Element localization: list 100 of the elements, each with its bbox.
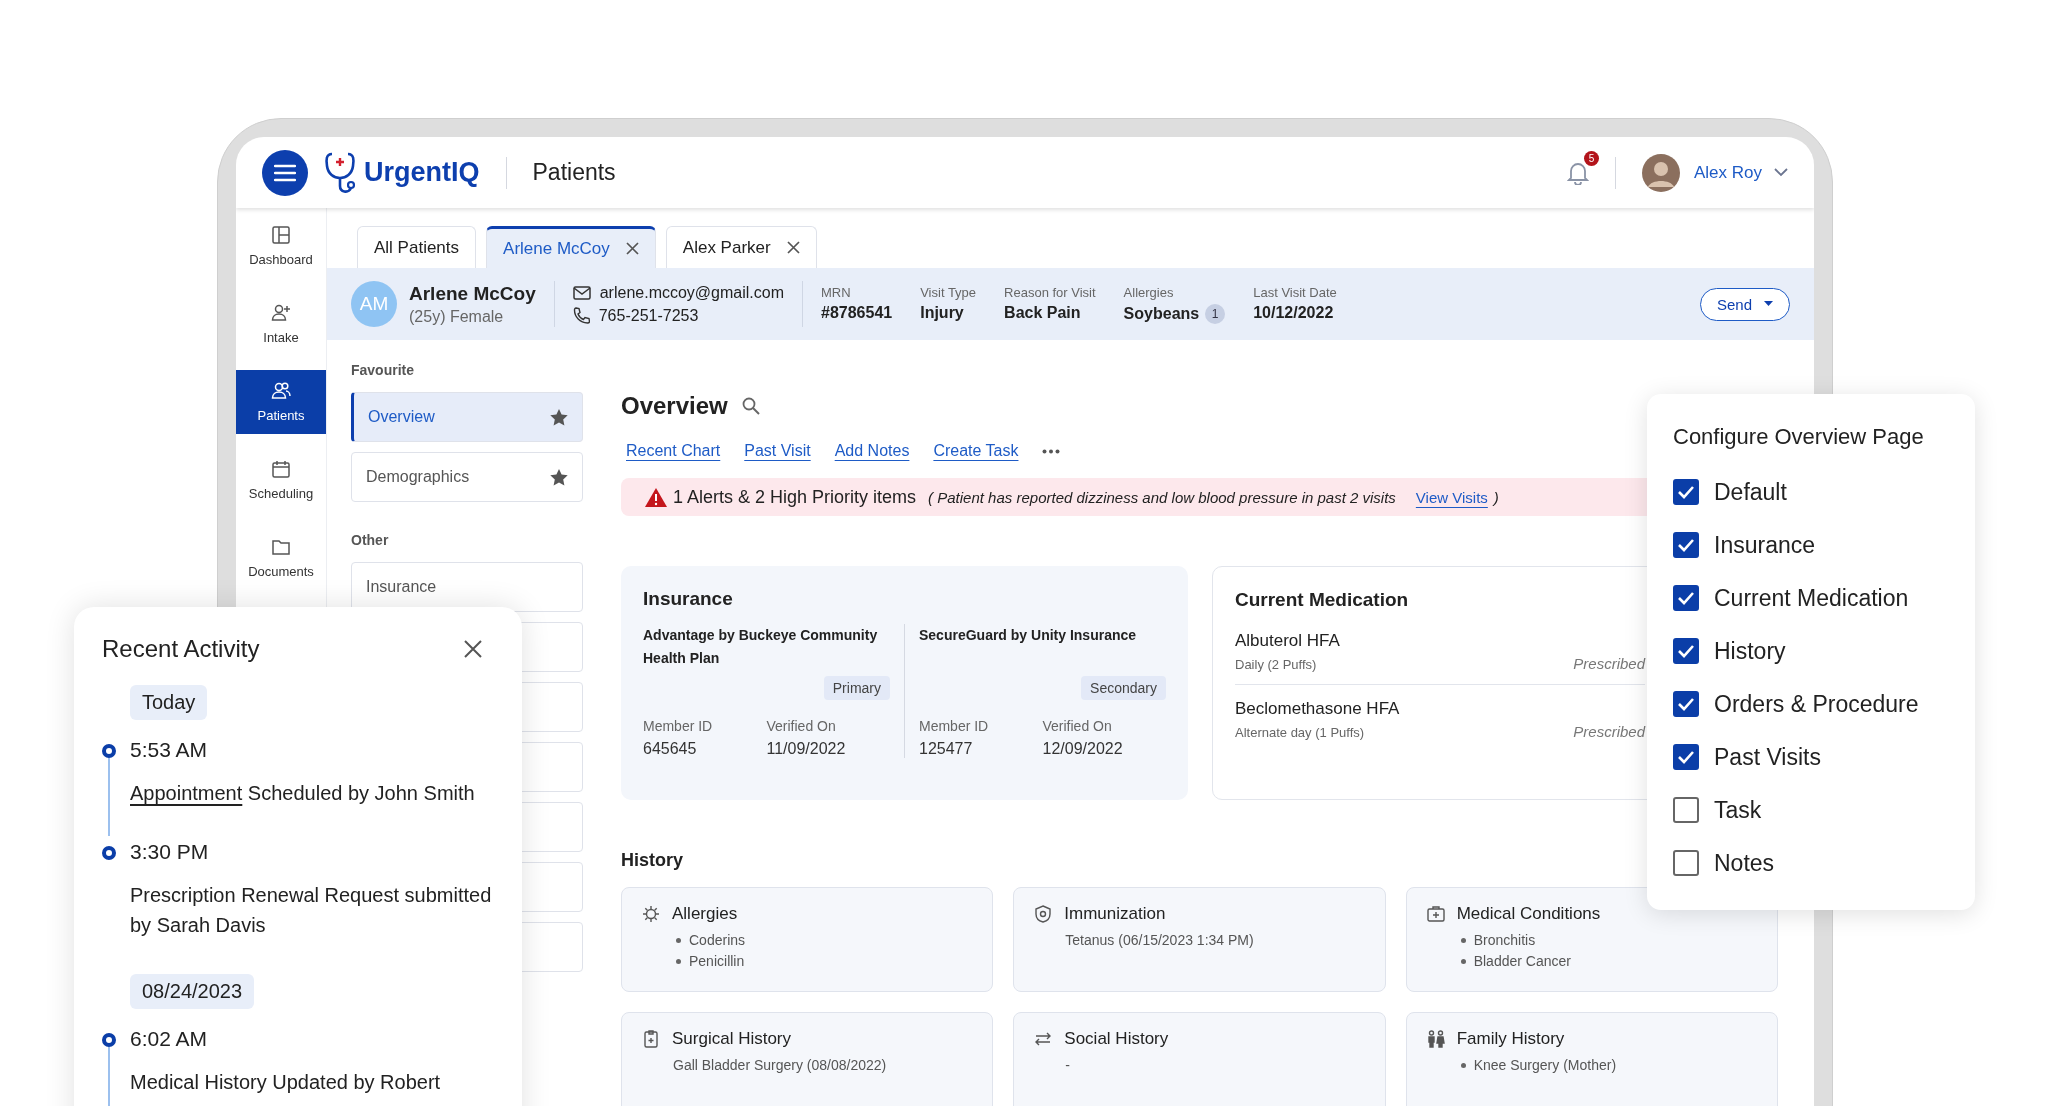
event-text: Medical History Updated by Robert (130, 1070, 441, 1095)
field-label: Visit Type (920, 284, 977, 300)
option-label[interactable]: Orders & Procedure (1714, 690, 1919, 718)
calendar-icon (271, 459, 291, 479)
search-icon[interactable] (741, 397, 760, 415)
checkbox[interactable] (1673, 797, 1699, 823)
user-avatar[interactable] (1641, 153, 1680, 192)
history-entry: - (1065, 1057, 1070, 1073)
phone-icon (572, 307, 590, 324)
star-icon[interactable] (550, 408, 568, 426)
medication-name: Albuterol HFA (1235, 631, 1340, 651)
patient-age-sex: (25y) Female (409, 307, 505, 326)
option-label[interactable]: Default (1714, 478, 1787, 506)
action-link[interactable]: Add Notes (834, 442, 910, 460)
app-logo: UrgentIQ (364, 157, 480, 188)
field-label: Member ID (643, 718, 714, 734)
menu-item[interactable]: Demographics (351, 452, 583, 502)
patient-avatar: AM (351, 281, 397, 327)
history-title: Surgical History (672, 1029, 792, 1049)
close-icon[interactable] (464, 640, 482, 658)
checkbox[interactable] (1673, 532, 1699, 558)
check-icon (1677, 591, 1695, 605)
option-label[interactable]: Current Medication (1714, 584, 1909, 612)
option-label[interactable]: Notes (1714, 849, 1775, 877)
field-label: Verified On (1042, 718, 1113, 734)
close-icon[interactable] (786, 241, 800, 254)
star-icon[interactable] (550, 468, 568, 486)
history-entry: Gall Bladder Surgery (08/08/2022) (673, 1057, 887, 1073)
bullet-icon (676, 937, 681, 943)
action-link[interactable]: Recent Chart (626, 442, 721, 460)
field-value: Injury (920, 303, 964, 322)
checkbox[interactable] (1673, 479, 1699, 505)
field-value: 11/09/2022 (766, 740, 847, 758)
chevron-down-icon[interactable] (1774, 168, 1788, 177)
checkbox[interactable] (1673, 744, 1699, 770)
checkbox[interactable] (1673, 850, 1699, 876)
nav-item[interactable]: Documents (236, 526, 326, 590)
warning-icon (645, 487, 667, 507)
check-icon (1677, 485, 1695, 499)
event-time: 3:30 PM (130, 840, 210, 864)
option-label[interactable]: Past Visits (1714, 743, 1821, 771)
medical-kit-icon (1426, 905, 1445, 923)
send-button[interactable]: Send (1699, 287, 1790, 321)
menu-item[interactable]: Overview (351, 392, 583, 442)
mail-icon (572, 285, 591, 300)
view-visits-link[interactable]: View Visits (1415, 488, 1488, 506)
check-icon (1677, 538, 1695, 552)
nav-item[interactable]: Patients (236, 370, 326, 434)
plan-rank-tag: Primary (823, 676, 890, 700)
nav-item[interactable]: Intake (236, 292, 326, 356)
menu-button[interactable] (262, 149, 308, 196)
checkbox[interactable] (1673, 585, 1699, 611)
history-title: Allergies (672, 904, 738, 924)
arrows-icon (1034, 1030, 1053, 1048)
page-title: Patients (532, 159, 616, 186)
card-title: Current Medication (1235, 589, 1410, 611)
event-link[interactable]: Appointment (130, 782, 243, 804)
more-icon[interactable] (1042, 448, 1061, 454)
bullet-icon (1460, 958, 1466, 964)
bullet-icon (1460, 937, 1466, 943)
bullet-icon (676, 958, 681, 964)
patient-email: arlene.mccoy@gmail.com (599, 283, 784, 302)
medication-dose: Daily (2 Puffs) (1235, 657, 1318, 672)
nav-item[interactable]: Dashboard (236, 214, 326, 278)
family-icon (1426, 1030, 1445, 1048)
option-label[interactable]: History (1714, 637, 1786, 665)
patient-name: Arlene McCoy (409, 282, 536, 305)
medication-dose: Alternate day (1 Puffs) (1235, 725, 1366, 740)
checkbox[interactable] (1673, 638, 1699, 664)
menu-icon (274, 163, 296, 182)
plan-name: Advantage by Buckeye Community Health Plan (643, 626, 879, 668)
section-heading: Favourite (351, 362, 415, 378)
shield-icon (1034, 905, 1053, 923)
action-link[interactable]: Create Task (933, 442, 1019, 460)
check-icon (1677, 644, 1695, 658)
patient-phone: 765-251-7253 (598, 306, 699, 325)
option-label[interactable]: Insurance (1714, 531, 1815, 559)
folder-icon (271, 537, 291, 557)
field-label: Reason for Visit (1004, 284, 1096, 300)
add-user-icon (271, 303, 291, 323)
checkbox[interactable] (1673, 691, 1699, 717)
history-entry: Tetanus (06/15/2023 1:34 PM) (1065, 932, 1254, 948)
bullet-icon (1460, 1062, 1466, 1068)
panel-title: Configure Overview Page (1673, 424, 1925, 450)
bell-icon[interactable] (1566, 160, 1589, 185)
user-name[interactable]: Alex Roy (1693, 162, 1762, 183)
timeline-dot (102, 846, 116, 860)
close-icon[interactable] (625, 242, 639, 255)
medication-status: Prescribed (1573, 723, 1645, 740)
nav-item[interactable]: Scheduling (236, 448, 326, 512)
field-value: 645645 (643, 740, 698, 758)
field-label: Verified On (766, 718, 837, 734)
field-value: Back Pain (1004, 303, 1081, 322)
caret-icon (1764, 301, 1773, 307)
option-label[interactable]: Task (1714, 796, 1762, 824)
field-value: 12/09/2022 (1042, 740, 1124, 758)
patient-tab[interactable]: Arlene McCoy (486, 226, 656, 268)
action-link[interactable]: Past Visit (744, 442, 811, 460)
plan-name: SecureGuard by Unity Insurance (919, 626, 1138, 645)
notification-badge: 5 (1583, 150, 1599, 166)
